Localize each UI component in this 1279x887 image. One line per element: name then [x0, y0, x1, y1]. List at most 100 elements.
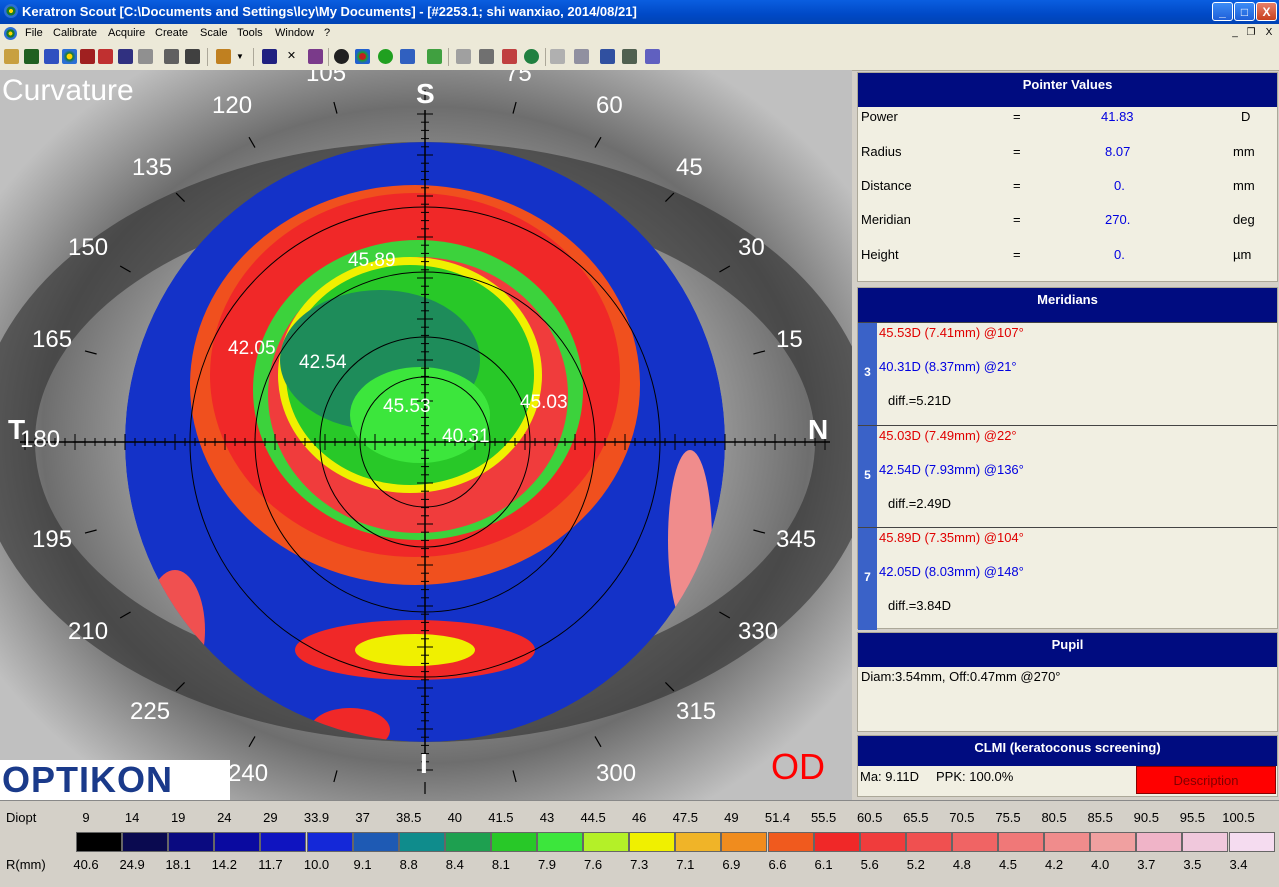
window-title: Keratron Scout [C:\Documents and Setting… — [22, 4, 637, 19]
angle-label-300: 300 — [596, 760, 637, 787]
diopt-value: 51.4 — [764, 810, 791, 825]
value-label-45-89: 45.89 — [348, 250, 396, 271]
meridian-diff: diff.=3.84D — [888, 598, 952, 613]
rmm-value: 8.4 — [445, 857, 464, 872]
pointer-unit: mm — [1233, 178, 1255, 193]
n-icon[interactable] — [645, 49, 660, 64]
monitor-icon[interactable] — [185, 49, 200, 64]
description-button[interactable]: Description — [1136, 766, 1276, 794]
rmm-value: 6.6 — [768, 857, 787, 872]
topography-svg[interactable] — [0, 70, 852, 800]
menu-acquire[interactable]: Acquire — [108, 27, 145, 39]
rmm-value: 6.1 — [814, 857, 833, 872]
rmm-value: 4.0 — [1091, 857, 1110, 872]
diopt-value: 100.5 — [1222, 810, 1255, 825]
menu-window[interactable]: Window — [275, 27, 314, 39]
optikon-logo: OPTIKON — [0, 760, 230, 800]
color-scale: Diopt R(mm) 9 14 19 24 29 33.9 37 38.5 40 41.5 43 4… — [0, 800, 1279, 887]
eye-icon[interactable] — [334, 49, 349, 64]
rmm-value: 8.8 — [399, 857, 418, 872]
dropdown-arrow-icon[interactable]: ▼ — [236, 49, 246, 64]
menu-help[interactable]: ? — [324, 27, 330, 39]
mdi-minimize-button[interactable]: _ — [1228, 27, 1242, 40]
color-swatch — [168, 832, 215, 852]
database-icon[interactable] — [44, 49, 59, 64]
color-swatch — [537, 832, 584, 852]
print-icon[interactable] — [164, 49, 179, 64]
toolbar: ▼ ✕ — [0, 44, 1279, 71]
save-icon[interactable] — [118, 49, 133, 64]
a-icon[interactable] — [378, 49, 393, 64]
mdi-restore-button[interactable]: ❐ — [1244, 27, 1258, 40]
menu-scale[interactable]: Scale — [200, 27, 228, 39]
topography-map[interactable]: Curvature OD OPTIKON S I T N 165 150 135… — [0, 70, 852, 800]
menu-calibrate[interactable]: Calibrate — [53, 27, 97, 39]
report-icon[interactable] — [600, 49, 615, 64]
chart-icon[interactable] — [502, 49, 517, 64]
angle-label-135: 135 — [132, 154, 173, 181]
compare-icon[interactable] — [456, 49, 471, 64]
color-swatch — [721, 832, 768, 852]
clmi-title: CLMI (keratoconus screening) — [858, 736, 1277, 766]
w-icon[interactable] — [427, 49, 442, 64]
book-icon[interactable] — [308, 49, 323, 64]
value-label-45-03: 45.03 — [520, 392, 568, 413]
camera-icon[interactable] — [24, 49, 39, 64]
menu-bar: File Calibrate Acquire Create Scale Tool… — [0, 24, 1279, 44]
r-icon[interactable] — [80, 49, 95, 64]
pointer-value: 8.07 — [1105, 144, 1131, 159]
meridian-steep: 45.53D (7.41mm) @107° — [879, 325, 1024, 340]
pointer-row-power: Power = 41.83 D — [858, 109, 1277, 129]
menu-file[interactable]: File — [25, 27, 43, 39]
pointer-row-meridian: Meridian = 270. deg — [858, 212, 1277, 232]
pupil-panel: Pupil Diam:3.54mm, Off:0.47mm @270° — [857, 632, 1278, 732]
grid-icon[interactable] — [479, 49, 494, 64]
pointer-label: Meridian — [861, 212, 911, 227]
zoom-icon[interactable] — [550, 49, 565, 64]
mdi-close-button[interactable]: X — [1262, 27, 1276, 40]
diopt-value: 19 — [170, 810, 186, 825]
pointer-unit: D — [1241, 109, 1251, 124]
maximize-button[interactable]: □ — [1234, 2, 1255, 21]
meridian-item[interactable]: 7 45.89D (7.35mm) @104° 42.05D (8.03mm) … — [858, 527, 1277, 630]
clmi-ppk: PPK: 100.0% — [936, 769, 1014, 784]
meridian-item[interactable]: 5 45.03D (7.49mm) @22° 42.54D (7.93mm) @… — [858, 425, 1277, 528]
color-swatch — [306, 832, 353, 852]
patient-icon[interactable] — [4, 49, 19, 64]
close-button[interactable]: X — [1256, 2, 1277, 21]
document-icon[interactable] — [4, 27, 17, 40]
color-swatch — [767, 832, 814, 852]
rmm-value: 24.9 — [119, 857, 145, 872]
rmm-value: 11.7 — [258, 857, 283, 872]
list-icon[interactable] — [262, 49, 277, 64]
target-icon[interactable] — [355, 49, 370, 64]
rmm-value: 8.1 — [491, 857, 510, 872]
menu-create[interactable]: Create — [155, 27, 188, 39]
angle-label-30: 30 — [738, 234, 765, 261]
color-swatch — [260, 832, 307, 852]
eye-map-icon[interactable] — [524, 49, 539, 64]
pointer-unit: mm — [1233, 144, 1255, 159]
pointer-eq: = — [1013, 109, 1021, 124]
minimize-button[interactable]: _ — [1212, 2, 1233, 21]
stats-icon[interactable] — [574, 49, 589, 64]
value-label-42-54: 42.54 — [299, 352, 347, 373]
map-icon[interactable] — [62, 49, 77, 64]
h-icon[interactable] — [400, 49, 415, 64]
diopt-value: 14 — [124, 810, 140, 825]
options-icon[interactable] — [216, 49, 231, 64]
delete-icon[interactable]: ✕ — [284, 49, 299, 64]
pointer-value: 41.83 — [1101, 109, 1134, 124]
menu-tools[interactable]: Tools — [237, 27, 263, 39]
clmi-ma: Ma: 9.11D — [860, 769, 920, 784]
diopt-value: 49 — [724, 810, 739, 825]
meridian-steep: 45.03D (7.49mm) @22° — [879, 428, 1017, 443]
transfer-icon[interactable] — [622, 49, 637, 64]
export-icon[interactable] — [98, 49, 113, 64]
direction-inferior: I — [420, 748, 428, 779]
angle-label-45: 45 — [676, 154, 703, 181]
color-swatch — [76, 832, 123, 852]
meridian-item[interactable]: 3 45.53D (7.41mm) @107° 40.31D (8.37mm) … — [858, 322, 1277, 425]
save-all-icon[interactable] — [138, 49, 153, 64]
pointer-eq: = — [1013, 178, 1021, 193]
